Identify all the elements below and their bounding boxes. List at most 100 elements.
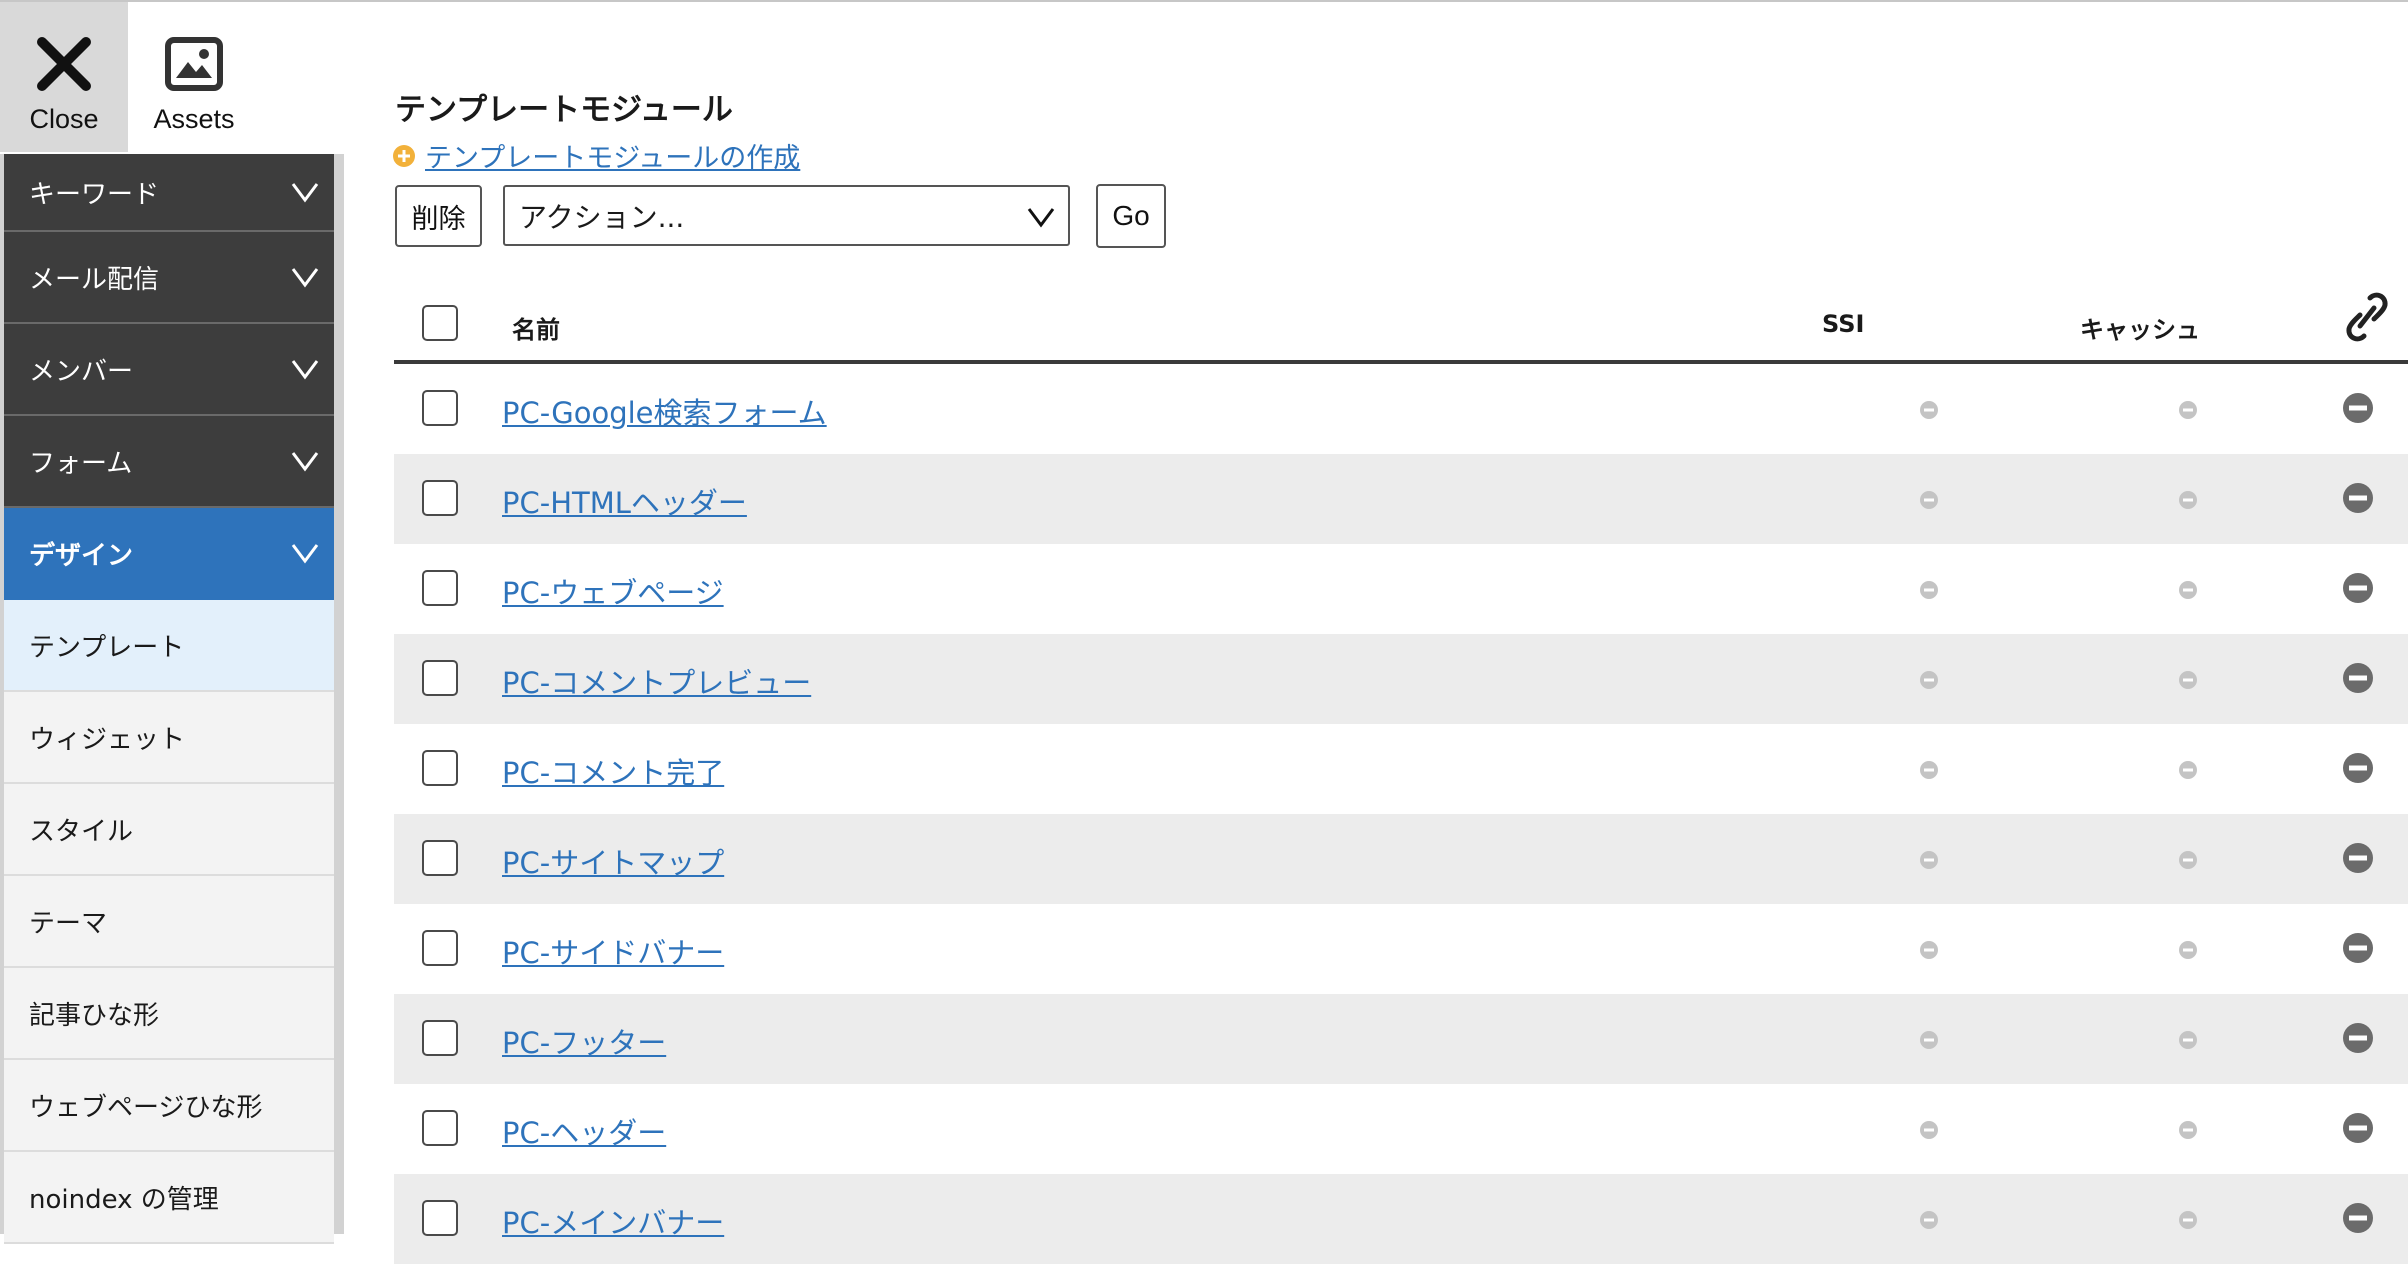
chevron-down-icon (291, 268, 319, 288)
minus-circle-icon (2179, 1121, 2197, 1139)
row-checkbox[interactable] (422, 1020, 458, 1056)
minus-circle-icon (1920, 581, 1938, 599)
sidebar-subitem-template[interactable]: テンプレート (4, 600, 334, 692)
module-name-link[interactable]: PC-コメントプレビュー (502, 660, 811, 702)
sidebar-item-design[interactable]: デザイン (4, 508, 334, 600)
sidebar-subitem-label: 記事ひな形 (29, 1000, 160, 1031)
minus-circle-icon (2343, 753, 2373, 783)
close-button[interactable]: Close (0, 2, 128, 152)
minus-circle-icon (2343, 663, 2373, 693)
sidebar-subitem-widget[interactable]: ウィジェット (4, 692, 334, 784)
table-row: PC-コメントプレビュー (394, 634, 2408, 724)
module-name-link[interactable]: PC-HTMLヘッダー (502, 480, 747, 522)
row-checkbox[interactable] (422, 570, 458, 606)
minus-circle-icon (2343, 483, 2373, 513)
module-name-link[interactable]: PC-ヘッダー (502, 1110, 666, 1152)
module-name-link[interactable]: PC-ウェブページ (502, 570, 724, 612)
sidebar-subitem-style[interactable]: スタイル (4, 784, 334, 876)
chevron-down-icon (1027, 208, 1055, 228)
row-checkbox[interactable] (422, 840, 458, 876)
assets-label: Assets (153, 104, 235, 134)
sidebar-subitem-noindex[interactable]: noindex の管理 (4, 1152, 334, 1244)
select-all-checkbox[interactable] (422, 305, 458, 341)
module-name-link[interactable]: PC-メインバナー (502, 1200, 724, 1242)
minus-circle-icon (2343, 843, 2373, 873)
minus-circle-icon (2343, 573, 2373, 603)
action-select-value: アクション... (519, 200, 685, 234)
minus-circle-icon (2343, 1203, 2373, 1233)
minus-circle-icon (2179, 1031, 2197, 1049)
create-template-module-link[interactable]: テンプレートモジュールの作成 (393, 136, 800, 175)
sidebar-subitem-label: テンプレート (29, 632, 185, 663)
chevron-down-icon (291, 360, 319, 380)
table-row: PC-サイトマップ (394, 814, 2408, 904)
minus-circle-icon (2179, 581, 2197, 599)
sidebar-subitem-label: ウェブページひな形 (29, 1092, 263, 1123)
minus-circle-icon (2179, 671, 2197, 689)
module-name-link[interactable]: PC-コメント完了 (502, 750, 724, 792)
module-name-link[interactable]: PC-サイトマップ (502, 840, 724, 882)
row-checkbox[interactable] (422, 480, 458, 516)
minus-circle-icon (2179, 941, 2197, 959)
sidebar-subitem-theme[interactable]: テーマ (4, 876, 334, 968)
sidebar-subitem-label: noindex の管理 (29, 1184, 219, 1215)
column-header-ssi[interactable]: SSI (1822, 310, 1864, 338)
module-name-link[interactable]: PC-サイドバナー (502, 930, 724, 972)
module-name-link[interactable]: PC-Google検索フォーム (502, 390, 827, 432)
minus-circle-icon (2343, 1023, 2373, 1053)
chevron-down-icon (291, 183, 319, 203)
minus-circle-icon (2343, 1113, 2373, 1143)
close-label: Close (29, 104, 99, 134)
sidebar-item-keyword[interactable]: キーワード (4, 154, 334, 232)
row-checkbox[interactable] (422, 1200, 458, 1236)
row-checkbox[interactable] (422, 750, 458, 786)
chevron-down-icon (291, 544, 319, 564)
module-name-link[interactable]: PC-フッター (502, 1020, 666, 1062)
sidebar-item-label: デザイン (29, 540, 134, 571)
minus-circle-icon (1920, 1121, 1938, 1139)
minus-circle-icon (1920, 941, 1938, 959)
image-icon (165, 37, 223, 91)
minus-circle-icon (1920, 671, 1938, 689)
table-row: PC-ヘッダー (394, 1084, 2408, 1174)
table-row: PC-メインバナー (394, 1174, 2408, 1264)
assets-button[interactable]: Assets (128, 2, 260, 152)
minus-circle-icon (2343, 933, 2373, 963)
column-header-name[interactable]: 名前 (512, 310, 560, 345)
minus-circle-icon (2179, 1211, 2197, 1229)
table-header: 名前 SSI キャッシュ (394, 290, 2408, 364)
sidebar-item-label: キーワード (29, 179, 160, 210)
minus-circle-icon (2343, 393, 2373, 423)
row-checkbox[interactable] (422, 1110, 458, 1146)
minus-circle-icon (1920, 401, 1938, 419)
minus-circle-icon (2179, 761, 2197, 779)
row-checkbox[interactable] (422, 930, 458, 966)
minus-circle-icon (1920, 761, 1938, 779)
page-title: テンプレートモジュール (395, 92, 733, 128)
sidebar-subitem-page-boilerplate[interactable]: ウェブページひな形 (4, 1060, 334, 1152)
create-link-text[interactable]: テンプレートモジュールの作成 (425, 136, 800, 175)
row-checkbox[interactable] (422, 390, 458, 426)
table-row: PC-HTMLヘッダー (394, 454, 2408, 544)
row-checkbox[interactable] (422, 660, 458, 696)
delete-button[interactable]: 削除 (395, 185, 482, 247)
minus-circle-icon (2179, 491, 2197, 509)
sidebar-item-mail[interactable]: メール配信 (4, 232, 334, 324)
sidebar-item-member[interactable]: メンバー (4, 324, 334, 416)
close-icon (37, 37, 91, 91)
plus-circle-icon (393, 144, 415, 167)
sidebar-menu: キーワード メール配信 メンバー フォーム デザイン テンプレート ウィジェット… (4, 154, 334, 1244)
column-header-cache[interactable]: キャッシュ (2080, 310, 2200, 345)
action-select[interactable]: アクション... (503, 185, 1070, 246)
minus-circle-icon (1920, 851, 1938, 869)
sidebar-item-form[interactable]: フォーム (4, 416, 334, 508)
sidebar-subitem-entry-boilerplate[interactable]: 記事ひな形 (4, 968, 334, 1060)
table-row: PC-サイドバナー (394, 904, 2408, 994)
minus-circle-icon (1920, 1031, 1938, 1049)
link-icon (2346, 292, 2388, 342)
minus-circle-icon (2179, 401, 2197, 419)
table-row: PC-コメント完了 (394, 724, 2408, 814)
sidebar-subitem-label: スタイル (29, 816, 134, 847)
go-button[interactable]: Go (1096, 184, 1166, 248)
sidebar-item-label: メール配信 (29, 264, 160, 295)
